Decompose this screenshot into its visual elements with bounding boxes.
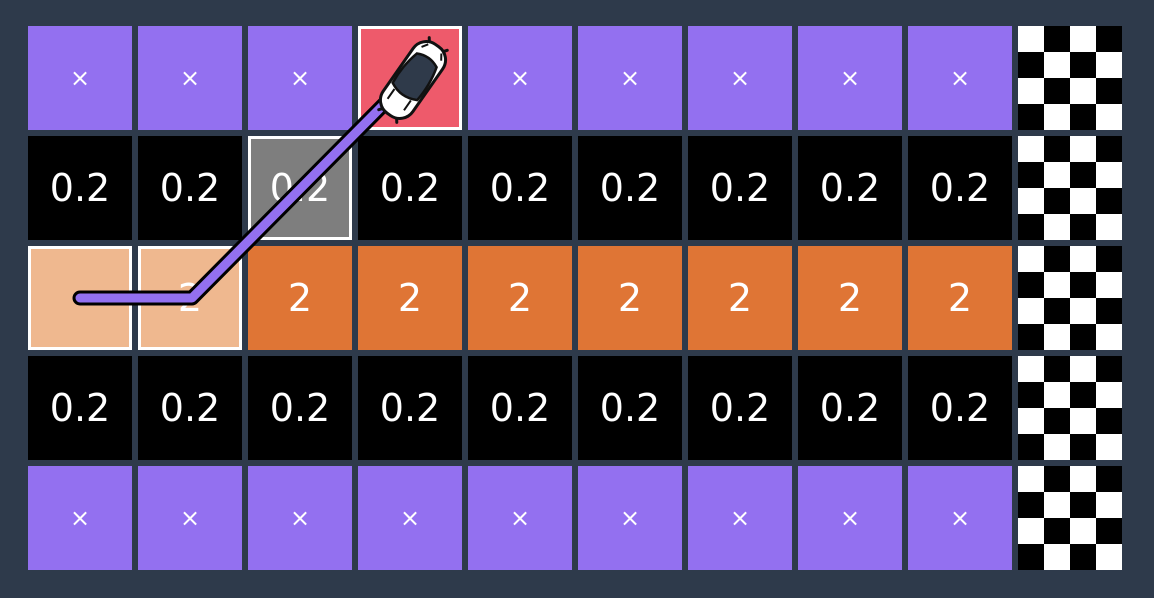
cell-value: 0.2 bbox=[159, 166, 221, 210]
cell-wall[interactable]: × bbox=[248, 26, 352, 130]
cell-track[interactable]: 0.2 bbox=[28, 136, 132, 240]
cell-wall[interactable]: × bbox=[578, 26, 682, 130]
cell-value: 2 bbox=[617, 276, 643, 320]
wall-marker: × bbox=[289, 64, 311, 92]
race-car-icon[interactable] bbox=[358, 25, 468, 135]
cell-track[interactable]: 0.2 bbox=[248, 356, 352, 460]
wall-marker: × bbox=[509, 504, 531, 532]
wall-marker: × bbox=[509, 64, 531, 92]
wall-marker: × bbox=[399, 504, 421, 532]
cell-track[interactable]: 0.2 bbox=[358, 136, 462, 240]
cell-wall[interactable]: × bbox=[468, 466, 572, 570]
cell-track[interactable]: 0.2 bbox=[578, 136, 682, 240]
cell-value: 2 bbox=[727, 276, 753, 320]
wall-marker: × bbox=[839, 504, 861, 532]
cell-value: 0.2 bbox=[819, 166, 881, 210]
finish-line-cell[interactable] bbox=[1018, 136, 1122, 240]
cell-value: 0.2 bbox=[709, 166, 771, 210]
cell-wall[interactable]: × bbox=[908, 466, 1012, 570]
cell-track[interactable]: 0.2 bbox=[248, 136, 352, 240]
cell-boost[interactable]: 2 bbox=[798, 246, 902, 350]
cell-track[interactable]: 0.2 bbox=[908, 356, 1012, 460]
cell-value: 2 bbox=[177, 276, 203, 320]
cell-value: 0.2 bbox=[489, 386, 551, 430]
cell-value: 0.2 bbox=[709, 386, 771, 430]
cell-value: 2 bbox=[507, 276, 533, 320]
wall-marker: × bbox=[619, 504, 641, 532]
race-track-grid: × × × × × × × × 0.2 0.2 0.2 0.2 0.2 0.2 0.2 0.2 0.2 2 2 2 2 2… bbox=[0, 0, 1154, 598]
cell-boost[interactable]: 2 bbox=[138, 246, 242, 350]
cell-value: 2 bbox=[837, 276, 863, 320]
cell-value: 0.2 bbox=[49, 166, 111, 210]
cell-value: 0.2 bbox=[49, 386, 111, 430]
wall-marker: × bbox=[949, 504, 971, 532]
cell-value: 0.2 bbox=[489, 166, 551, 210]
wall-marker: × bbox=[69, 64, 91, 92]
cell-value: 0.2 bbox=[379, 386, 441, 430]
cell-boost[interactable]: 2 bbox=[688, 246, 792, 350]
cell-boost[interactable] bbox=[28, 246, 132, 350]
cell-wall[interactable]: × bbox=[138, 466, 242, 570]
cell-value: 0.2 bbox=[379, 166, 441, 210]
cell-wall[interactable]: × bbox=[688, 466, 792, 570]
cell-value: 0.2 bbox=[929, 386, 991, 430]
wall-marker: × bbox=[729, 64, 751, 92]
cell-track[interactable]: 0.2 bbox=[688, 356, 792, 460]
finish-line-cell[interactable] bbox=[1018, 26, 1122, 130]
cell-track[interactable]: 0.2 bbox=[468, 136, 572, 240]
cell-value: 0.2 bbox=[269, 386, 331, 430]
cell-wall[interactable]: × bbox=[908, 26, 1012, 130]
cell-track[interactable]: 0.2 bbox=[358, 356, 462, 460]
cell-value: 2 bbox=[397, 276, 423, 320]
cell-value: 0.2 bbox=[929, 166, 991, 210]
cell-track[interactable]: 0.2 bbox=[908, 136, 1012, 240]
wall-marker: × bbox=[729, 504, 751, 532]
cell-track[interactable]: 0.2 bbox=[798, 356, 902, 460]
cell-value: 2 bbox=[287, 276, 313, 320]
cell-track[interactable]: 0.2 bbox=[578, 356, 682, 460]
wall-marker: × bbox=[69, 504, 91, 532]
cell-boost[interactable]: 2 bbox=[468, 246, 572, 350]
cell-wall[interactable]: × bbox=[688, 26, 792, 130]
cell-wall[interactable]: × bbox=[138, 26, 242, 130]
cell-wall[interactable]: × bbox=[468, 26, 572, 130]
cell-track[interactable]: 0.2 bbox=[688, 136, 792, 240]
cell-track[interactable]: 0.2 bbox=[468, 356, 572, 460]
finish-line-cell[interactable] bbox=[1018, 356, 1122, 460]
cell-value: 0.2 bbox=[269, 166, 331, 210]
cell-wall[interactable]: × bbox=[798, 466, 902, 570]
cell-value: 0.2 bbox=[599, 166, 661, 210]
wall-marker: × bbox=[179, 64, 201, 92]
cell-track[interactable]: 0.2 bbox=[28, 356, 132, 460]
cell-boost[interactable]: 2 bbox=[578, 246, 682, 350]
cell-boost[interactable]: 2 bbox=[248, 246, 352, 350]
cell-track[interactable]: 0.2 bbox=[798, 136, 902, 240]
wall-marker: × bbox=[179, 504, 201, 532]
cell-wall[interactable]: × bbox=[28, 26, 132, 130]
cell-boost[interactable]: 2 bbox=[358, 246, 462, 350]
finish-line-cell[interactable] bbox=[1018, 246, 1122, 350]
wall-marker: × bbox=[289, 504, 311, 532]
cell-wall[interactable]: × bbox=[578, 466, 682, 570]
cell-wall[interactable]: × bbox=[28, 466, 132, 570]
cell-track[interactable]: 0.2 bbox=[138, 356, 242, 460]
cell-track[interactable]: 0.2 bbox=[138, 136, 242, 240]
cell-wall[interactable]: × bbox=[798, 26, 902, 130]
wall-marker: × bbox=[949, 64, 971, 92]
cell-value: 0.2 bbox=[599, 386, 661, 430]
cell-wall[interactable]: × bbox=[358, 466, 462, 570]
finish-line-cell[interactable] bbox=[1018, 466, 1122, 570]
cell-value: 0.2 bbox=[159, 386, 221, 430]
cell-value: 0.2 bbox=[819, 386, 881, 430]
cell-wall[interactable]: × bbox=[248, 466, 352, 570]
wall-marker: × bbox=[619, 64, 641, 92]
cell-boost[interactable]: 2 bbox=[908, 246, 1012, 350]
cell-value: 2 bbox=[947, 276, 973, 320]
wall-marker: × bbox=[839, 64, 861, 92]
